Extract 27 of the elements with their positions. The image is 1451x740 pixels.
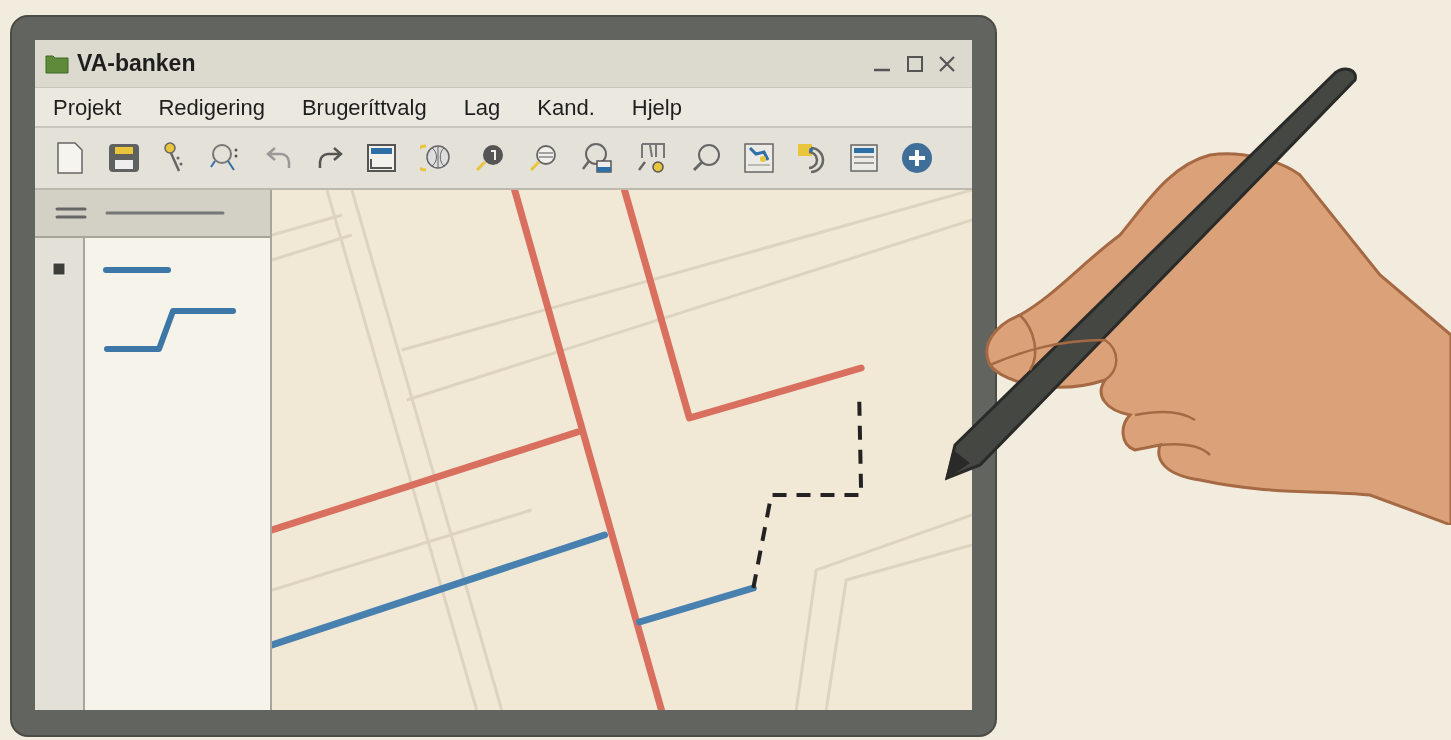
menu-item[interactable]: Hjelp [631,90,682,124]
menu-item[interactable]: Kand. [537,90,595,124]
new-file-icon[interactable] [55,142,85,174]
table-icon[interactable] [850,144,878,172]
zoom-one-icon[interactable] [475,143,505,173]
zoom-out-icon[interactable] [528,143,558,173]
zoom-icon[interactable] [691,143,721,173]
maximize-icon[interactable] [906,54,924,73]
save-icon[interactable] [108,143,140,173]
redo-icon[interactable] [316,146,344,170]
menu-item[interactable]: Brugeríttvalg [301,90,427,124]
close-icon[interactable] [938,54,956,73]
globe-icon[interactable] [420,142,452,174]
menu-item[interactable]: Lag [463,90,501,124]
map-layer-icon[interactable] [744,143,774,173]
folder-icon [45,53,69,74]
zoom-layer-icon[interactable] [581,142,613,174]
menu-item[interactable]: Redigering [158,90,265,124]
step-line-symbol-icon [103,305,237,353]
panel-menu-icon[interactable] [55,206,87,220]
menu-item[interactable]: Projekt [53,90,122,124]
window-icon[interactable] [367,143,397,173]
add-icon[interactable] [901,142,933,174]
panel-title-bar-icon [105,210,225,216]
line-symbol-icon [103,265,171,275]
checkbox-icon[interactable] [52,262,66,276]
window-title: VA-banken [77,49,196,79]
